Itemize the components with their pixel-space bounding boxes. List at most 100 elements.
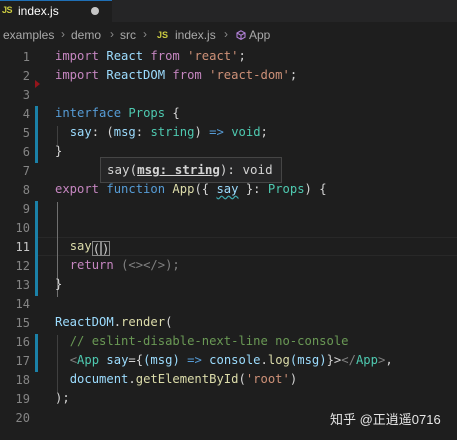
- line-number-active: 11: [15, 240, 30, 254]
- function-name: App: [172, 182, 195, 196]
- unsaved-dot-icon[interactable]: [91, 7, 99, 15]
- component-name: App: [77, 353, 100, 367]
- code-line-11: say(): [55, 239, 111, 256]
- code-line-13: }: [55, 277, 62, 291]
- identifier: ReactDOM: [106, 68, 166, 82]
- hint-close-paren: ):: [219, 162, 235, 177]
- jsx-bracket: </: [341, 353, 356, 367]
- tab-index-js[interactable]: JS index.js: [0, 0, 112, 22]
- keyword: interface: [55, 106, 122, 120]
- code-line-12: return (<></>);: [55, 258, 180, 272]
- modified-lines-bar[interactable]: [35, 201, 38, 296]
- code-line-1: import React from 'react';: [55, 49, 246, 63]
- breadcrumb-item-examples[interactable]: examples: [3, 28, 54, 42]
- punctuation: }:: [245, 182, 261, 196]
- parameter: say: [216, 182, 239, 196]
- line-number: 20: [15, 411, 30, 425]
- method-name: render: [121, 315, 166, 329]
- string-literal: 'root': [245, 372, 290, 386]
- code-line-17: <App say={(msg) => console.log(msg)}></A…: [55, 353, 393, 367]
- punctuation: }: [55, 144, 63, 158]
- keyword: from: [172, 68, 202, 82]
- breadcrumb-item-demo[interactable]: demo: [71, 28, 101, 42]
- line-number: 4: [22, 107, 30, 121]
- cube-icon: [236, 30, 246, 40]
- line-number: 8: [22, 183, 30, 197]
- string-literal: 'react-dom': [209, 68, 290, 82]
- bracket-match: (: [91, 241, 102, 256]
- code-line-18: document.getElementById('root'): [55, 372, 298, 386]
- code-line-6: }: [55, 144, 62, 158]
- line-number: 1: [22, 50, 30, 64]
- hint-active-parameter: msg: string: [137, 162, 220, 177]
- line-number: 15: [15, 316, 30, 330]
- type-name: void: [231, 125, 261, 139]
- code-line-2: import ReactDOM from 'react-dom';: [55, 68, 297, 82]
- type-name: Props: [128, 106, 166, 120]
- code-line-5: say: (msg: string) => void;: [55, 125, 268, 139]
- breadcrumb: examples › demo › src › JS index.js › Ap…: [0, 24, 457, 46]
- line-number: 6: [22, 145, 30, 159]
- line-number: 13: [15, 278, 30, 292]
- parameter: (msg): [143, 353, 180, 367]
- line-number: 7: [22, 164, 30, 178]
- identifier: React: [106, 49, 144, 63]
- punctuation: (: [106, 125, 114, 139]
- punctuation: ;: [260, 125, 268, 139]
- punctuation: ): [194, 125, 202, 139]
- hint-function-name: say: [107, 162, 130, 177]
- punctuation: ) {: [304, 182, 327, 196]
- chevron-right-icon: ›: [61, 27, 65, 41]
- function-call: say: [69, 239, 92, 253]
- line-number: 14: [15, 297, 30, 311]
- punctuation: .: [260, 353, 268, 367]
- punctuation: {: [172, 106, 180, 120]
- line-number: 3: [22, 88, 30, 102]
- tab-title: index.js: [18, 4, 59, 18]
- breadcrumb-item-symbol[interactable]: App: [249, 28, 270, 42]
- arrow: =>: [209, 125, 224, 139]
- hint-open-paren: (: [129, 162, 138, 177]
- modified-lines-bar[interactable]: [35, 334, 38, 372]
- line-number: 18: [15, 373, 30, 387]
- punctuation: );: [55, 391, 70, 405]
- punctuation: .: [128, 372, 136, 386]
- type-name: Props: [267, 182, 305, 196]
- keyword: export: [55, 182, 100, 196]
- punctuation: (: [165, 315, 173, 329]
- comment: // eslint-disable-next-line no-console: [69, 334, 349, 348]
- punctuation: }>: [326, 353, 342, 367]
- keyword: function: [106, 182, 166, 196]
- punctuation: ({: [194, 182, 210, 196]
- code-line-8: export function App({ say }: Props) {: [55, 182, 327, 196]
- identifier: console: [209, 353, 261, 367]
- line-number: 12: [15, 259, 30, 273]
- line-number: 9: [22, 202, 30, 216]
- component-name: App: [355, 353, 378, 367]
- punctuation: ): [289, 372, 298, 386]
- arguments: (msg): [289, 353, 327, 367]
- identifier: document: [69, 372, 129, 386]
- arrow: =>: [187, 353, 202, 367]
- punctuation: :: [91, 125, 100, 139]
- breadcrumb-item-src[interactable]: src: [120, 28, 136, 42]
- deleted-lines-marker[interactable]: [35, 80, 40, 88]
- keyword: import: [55, 68, 100, 82]
- javascript-file-icon: JS: [2, 5, 13, 15]
- chevron-right-icon: ›: [224, 27, 228, 41]
- code-editor[interactable]: 1 2 3 4 5 6 7 8 9 10 11 12 13 14 15 16 1…: [0, 46, 457, 440]
- modified-lines-bar[interactable]: [35, 106, 38, 163]
- line-number: 2: [22, 69, 30, 83]
- line-number: 5: [22, 126, 30, 140]
- line-number: 19: [15, 392, 30, 406]
- hint-return-type: void: [242, 162, 273, 177]
- code-line-15: ReactDOM.render(: [55, 315, 172, 329]
- chevron-right-icon: ›: [110, 27, 114, 41]
- method-name: log: [267, 353, 290, 367]
- breadcrumb-item-file[interactable]: index.js: [175, 28, 216, 42]
- identifier: ReactDOM: [55, 315, 114, 329]
- tab-bar: JS index.js: [0, 0, 457, 22]
- line-number: 16: [15, 335, 30, 349]
- keyword: import: [55, 49, 100, 63]
- punctuation: ;: [289, 68, 298, 82]
